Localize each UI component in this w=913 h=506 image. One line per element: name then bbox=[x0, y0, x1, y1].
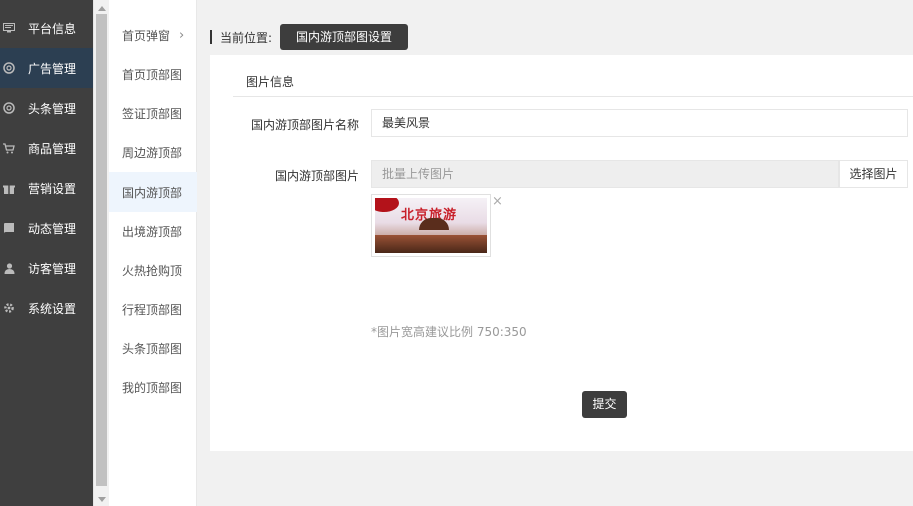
sidebar-item-headlines[interactable]: 头条管理 bbox=[0, 88, 93, 128]
scroll-up-arrow-icon[interactable] bbox=[98, 6, 106, 11]
submenu-item-label: 首页弹窗 bbox=[122, 28, 171, 43]
main-sidebar: 平台信息 广告管理 头条管理 商品管理 营销设置 动态管理 访客管理 系统设置 bbox=[0, 0, 93, 506]
submenu-item-label: 我的顶部图 bbox=[122, 380, 183, 395]
thumbnail-temple bbox=[419, 218, 449, 230]
sidebar-item-label: 动态管理 bbox=[28, 221, 77, 236]
globe-icon bbox=[3, 102, 15, 114]
choose-image-button[interactable]: 选择图片 bbox=[839, 160, 908, 188]
sidebar-item-marketing[interactable]: 营销设置 bbox=[0, 168, 93, 208]
submenu-item-label: 出境游顶部 bbox=[122, 224, 183, 239]
image-name-input[interactable]: 最美风景 bbox=[371, 109, 908, 137]
submenu-item-label: 签证顶部图 bbox=[122, 106, 183, 121]
submenu-item-domestic-top[interactable]: 国内游顶部 bbox=[109, 172, 197, 212]
main-panel: 图片信息 国内游顶部图片名称 最美风景 国内游顶部图片 批量上传图片 选择图片 … bbox=[210, 55, 913, 451]
thumbnail-image: 北京旅游 bbox=[375, 198, 487, 253]
gift-icon bbox=[3, 182, 15, 194]
sidebar-item-dynamics[interactable]: 动态管理 bbox=[0, 208, 93, 248]
sidebar-item-platform-info[interactable]: 平台信息 bbox=[0, 8, 93, 48]
gear-icon bbox=[3, 302, 15, 314]
submenu-item-label: 周边游顶部 bbox=[122, 145, 183, 160]
ads-submenu: 首页弹窗 › 首页顶部图 签证顶部图 周边游顶部 国内游顶部 出境游顶部 火热抢… bbox=[109, 0, 197, 506]
chevron-right-icon: › bbox=[179, 27, 185, 43]
book-icon bbox=[3, 222, 15, 234]
upload-input[interactable]: 批量上传图片 bbox=[371, 160, 839, 188]
submenu-item-itinerary-top[interactable]: 行程顶部图 bbox=[109, 289, 197, 329]
image-label: 国内游顶部图片 bbox=[275, 169, 360, 183]
sidebar-item-system-settings[interactable]: 系统设置 bbox=[0, 288, 93, 328]
thumbnail-ground bbox=[375, 235, 487, 253]
submenu-item-label: 火热抢购顶 bbox=[122, 263, 183, 278]
sidebar-item-label: 系统设置 bbox=[28, 301, 77, 316]
close-icon[interactable]: × bbox=[492, 194, 503, 209]
scroll-down-arrow-icon[interactable] bbox=[98, 497, 106, 502]
submenu-item-label: 头条顶部图 bbox=[122, 341, 183, 356]
submenu-item-label: 国内游顶部 bbox=[122, 185, 183, 200]
globe-icon bbox=[3, 62, 15, 74]
sidebar-item-label: 营销设置 bbox=[28, 181, 77, 196]
sidebar-scrollbar[interactable] bbox=[93, 0, 109, 506]
sidebar-item-label: 商品管理 bbox=[28, 141, 77, 156]
sidebar-item-label: 访客管理 bbox=[28, 261, 77, 276]
submenu-item-home-popup[interactable]: 首页弹窗 › bbox=[109, 15, 197, 55]
sidebar-item-label: 广告管理 bbox=[28, 61, 77, 76]
submenu-item-home-top[interactable]: 首页顶部图 bbox=[109, 54, 197, 94]
breadcrumb-marker bbox=[210, 30, 212, 44]
thumbnail-decoration bbox=[375, 198, 399, 212]
submenu-item-nearby-top[interactable]: 周边游顶部 bbox=[109, 132, 197, 172]
submenu-item-outbound-top[interactable]: 出境游顶部 bbox=[109, 211, 197, 251]
sidebar-item-products[interactable]: 商品管理 bbox=[0, 128, 93, 168]
submenu-item-headline-top[interactable]: 头条顶部图 bbox=[109, 328, 197, 368]
submenu-item-label: 行程顶部图 bbox=[122, 302, 183, 317]
image-thumbnail[interactable]: 北京旅游 bbox=[371, 194, 491, 257]
image-name-label: 国内游顶部图片名称 bbox=[251, 118, 360, 132]
user-icon bbox=[3, 262, 15, 274]
submit-button[interactable]: 提交 bbox=[582, 391, 627, 418]
breadcrumb-current-page[interactable]: 国内游顶部图设置 bbox=[280, 24, 409, 50]
size-hint: *图片宽高建议比例 750:350 bbox=[371, 325, 527, 339]
submenu-item-hot-sale-top[interactable]: 火热抢购顶 bbox=[109, 250, 197, 290]
sidebar-item-label: 平台信息 bbox=[28, 21, 77, 36]
sidebar-item-label: 头条管理 bbox=[28, 101, 77, 116]
submenu-item-visa-top[interactable]: 签证顶部图 bbox=[109, 93, 197, 133]
sidebar-item-ads[interactable]: 广告管理 bbox=[0, 48, 93, 88]
breadcrumb: 当前位置: 国内游顶部图设置 bbox=[210, 24, 409, 50]
submenu-item-my-top[interactable]: 我的顶部图 bbox=[109, 367, 197, 407]
breadcrumb-label: 当前位置: bbox=[220, 30, 273, 45]
monitor-icon bbox=[3, 22, 15, 34]
submenu-item-label: 首页顶部图 bbox=[122, 67, 183, 82]
scroll-thumb[interactable] bbox=[96, 14, 107, 486]
sidebar-item-visitors[interactable]: 访客管理 bbox=[0, 248, 93, 288]
cart-icon bbox=[3, 142, 15, 154]
section-divider bbox=[233, 96, 913, 97]
section-title: 图片信息 bbox=[246, 75, 295, 89]
